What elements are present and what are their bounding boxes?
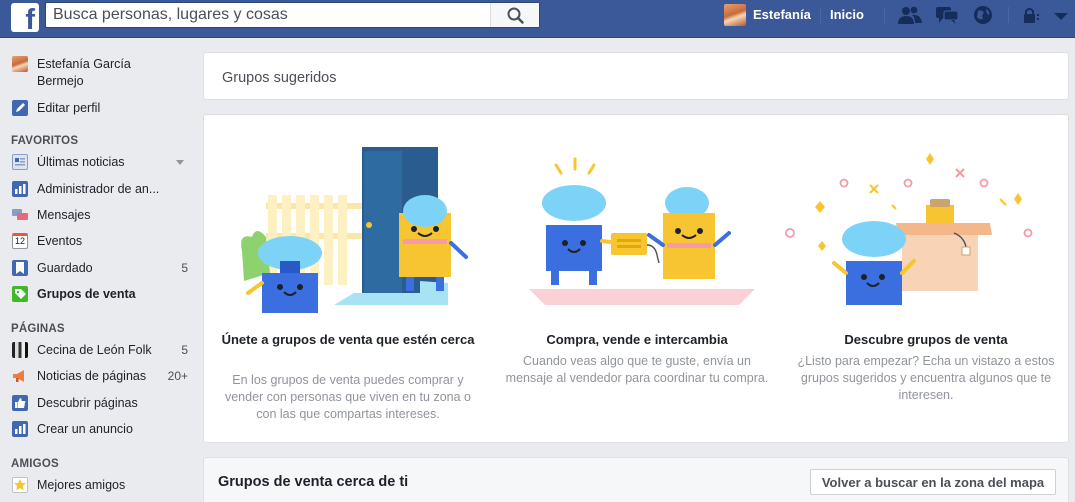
feature-description: Cuando veas algo que te guste, envía un … [505,354,769,385]
table [529,289,755,305]
join-groups-illustration [241,147,468,313]
sidebar-item-best-friends[interactable]: Mejores amigos [12,475,188,495]
feature-join-groups: Únete a grupos de venta que estén cerca … [204,115,492,444]
star-icon [12,477,28,493]
sidebar-item-saved[interactable]: Guardado 5 [12,258,188,278]
sidebar-item-label: Eventos [37,234,83,248]
suggested-groups-header-card: Grupos sugeridos [203,52,1069,100]
search-icon [507,7,524,24]
sidebar-item-label: Administrador de an... [37,182,160,196]
count-badge: 5 [181,343,188,357]
feature-title: Compra, vende e intercambia [546,332,728,347]
messages-icon[interactable] [934,5,960,25]
sidebar-item-label: Mejores amigos [37,478,126,492]
account-menu-chevron-down-icon[interactable] [1048,5,1074,25]
calendar-icon: 12 [12,233,28,249]
sidebar-item-ads-manager[interactable]: Administrador de an... [12,179,188,199]
sidebar-item-label: Noticias de páginas [37,369,147,383]
bar-chart-icon [12,421,28,437]
feature-title: Descubre grupos de venta [844,332,1008,347]
feature-description: En los grupos de venta puedes comprar y … [224,373,471,421]
divider [820,7,821,23]
privacy-lock-icon[interactable] [1020,5,1046,25]
sidebar-item-pages-feed[interactable]: Noticias de páginas 20+ [12,366,188,386]
yellow-robot [399,195,468,291]
section-title: Grupos sugeridos [222,70,337,86]
spark-lines [554,157,596,175]
search-button[interactable] [490,3,539,27]
profile-name-line2: Bermejo [37,74,84,88]
page-thumbnail [12,342,28,358]
discover-groups-illustration [785,153,1033,305]
facebook-logo[interactable]: f [11,3,39,36]
messages-icon [12,207,28,223]
sidebar-item-label: Grupos de venta [37,287,136,301]
pages-header: PÁGINAS [11,323,65,335]
sidebar-item-create-ad[interactable]: Crear un anuncio [12,419,188,439]
bar-chart-icon [12,181,28,197]
yellow-robot [647,187,731,279]
search-box [45,2,540,28]
feature-title: Únete a grupos de venta que estén cerca [221,332,475,347]
search-map-area-button[interactable]: Volver a buscar en la zona del mapa [810,469,1056,495]
bookmark-icon [12,260,28,276]
blue-robot [542,185,621,285]
feature-discover-groups: Descubre grupos de venta ¿Listo para emp… [782,115,1070,444]
blue-robot [832,221,916,305]
thumbs-up-icon [12,395,28,411]
feature-buy-sell: Compra, vende e intercambia Cuando veas … [493,115,781,444]
nearby-groups-card: Grupos de venta cerca de ti Volver a bus… [203,457,1069,502]
profile-name-line1: Estefanía García [37,57,131,71]
favorites-header: FAVORITOS [11,135,79,147]
count-badge: 5 [181,261,188,275]
sidebar-item-discover-pages[interactable]: Descubrir páginas [12,393,188,413]
left-sidebar: Estefanía García Bermejo Editar perfil F… [0,38,190,502]
sidebar-item-messages[interactable]: Mensajes [12,205,188,225]
pencil-icon [12,100,28,116]
sidebar-item-label: Últimas noticias [37,155,125,169]
divider [1008,7,1009,23]
sidebar-item-page-cecina[interactable]: Cecina de León Folk 5 [12,340,188,360]
sidebar-item-edit-profile[interactable]: Editar perfil [12,98,188,118]
buy-sell-illustration [529,157,755,305]
sidebar-item-label: Cecina de León Folk [37,343,152,357]
sidebar-item-label: Descubrir páginas [37,396,138,410]
notifications-globe-icon[interactable] [970,5,996,25]
home-link[interactable]: Inicio [830,7,864,22]
feature-description: ¿Listo para empezar? Echa un vistazo a e… [797,354,1055,402]
sidebar-item-label: Guardado [37,261,93,275]
profile-name: Estefanía García Bermejo [37,56,131,90]
section-title: Grupos de venta cerca de ti [218,474,409,490]
sidebar-item-label: Mensajes [37,208,91,222]
sidebar-item-label: Crear un anuncio [37,422,133,436]
sidebar-item-news-feed[interactable]: Últimas noticias [12,152,188,172]
chevron-down-icon[interactable] [176,159,184,165]
facebook-logo-letter: f [25,4,35,36]
user-avatar[interactable] [724,4,746,26]
megaphone-icon [12,368,28,384]
price-tag-icon [12,286,28,302]
features-card: Únete a grupos de venta que estén cerca … [203,114,1069,443]
profile-link[interactable]: Estefanía [753,7,811,22]
sidebar-item-label: Editar perfil [37,101,101,115]
profile-avatar [12,56,28,72]
sidebar-profile-link[interactable]: Estefanía García Bermejo [12,56,188,88]
friends-header: AMIGOS [11,458,59,470]
sidebar-item-events[interactable]: 12 Eventos [12,231,188,251]
top-bar: f Estefanía Inicio [0,0,1075,38]
divider [884,7,885,23]
search-input[interactable] [46,3,491,27]
sidebar-item-sale-groups[interactable]: Grupos de venta [12,284,188,304]
news-feed-icon [12,154,28,170]
count-badge: 20+ [167,369,188,383]
friend-requests-icon[interactable] [897,5,923,25]
box [896,199,992,291]
